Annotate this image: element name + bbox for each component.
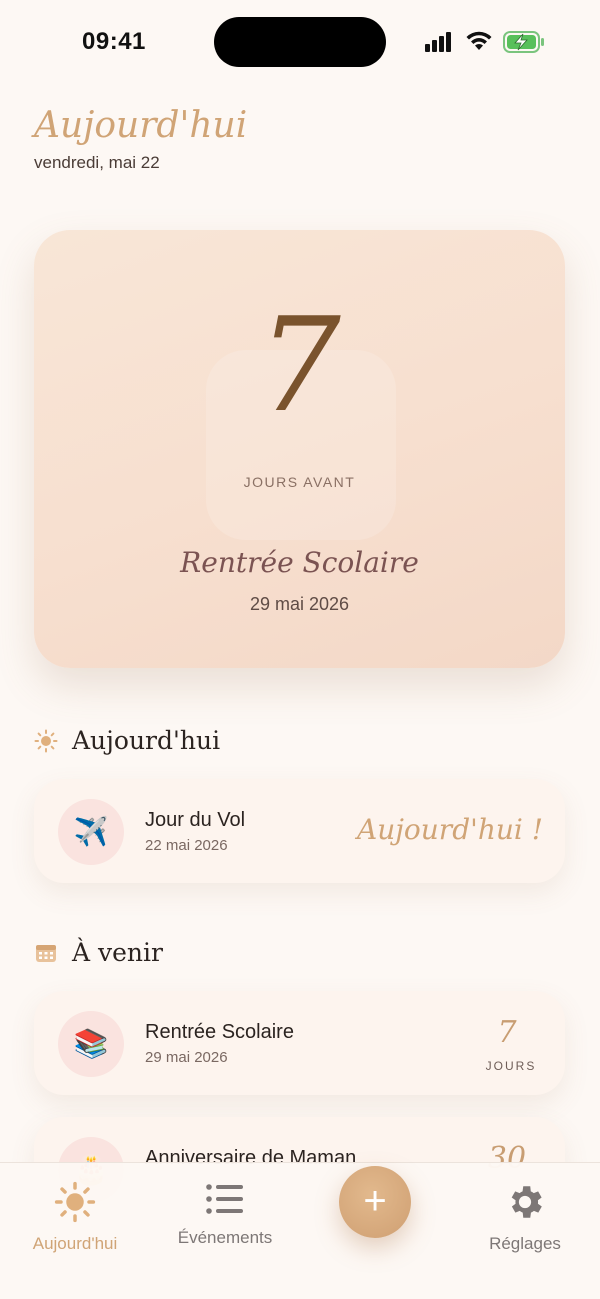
hero-event-name: Rentrée Scolaire xyxy=(180,546,419,579)
list-item[interactable]: ✈️ Jour du Vol 22 mai 2026 Aujourd'hui ! xyxy=(34,779,565,883)
cellular-signal-icon xyxy=(425,32,453,52)
tab-today-label: Aujourd'hui xyxy=(32,1234,118,1253)
event-name: Jour du Vol xyxy=(145,809,246,831)
tab-events[interactable]: Événements xyxy=(160,1181,290,1248)
gear-icon xyxy=(460,1181,590,1228)
event-date: 29 mai 2026 xyxy=(145,1049,228,1066)
hero-days-count: 7 xyxy=(258,289,341,441)
books-icon: 📚 xyxy=(58,1011,124,1077)
status-time: 09:41 xyxy=(82,28,146,55)
tab-bar: Aujourd'hui Événements Réglages xyxy=(0,1162,600,1299)
list-icon xyxy=(160,1181,290,1222)
battery-charging-icon xyxy=(503,31,545,58)
tab-events-label: Événements xyxy=(177,1228,273,1247)
wifi-icon xyxy=(465,30,493,57)
list-item[interactable]: 📚 Rentrée Scolaire 29 mai 2026 7 JOURS xyxy=(34,991,565,1095)
today-section-title: Aujourd'hui xyxy=(72,726,221,755)
today-badge: Aujourd'hui ! xyxy=(356,813,543,846)
tab-settings-label: Réglages xyxy=(489,1234,561,1253)
event-name: Rentrée Scolaire xyxy=(145,1021,294,1043)
add-event-button[interactable]: + xyxy=(339,1166,411,1238)
sun-icon xyxy=(10,1181,140,1228)
sun-icon xyxy=(34,729,58,753)
hero-countdown-card[interactable]: 7 JOURS AVANT Rentrée Scolaire 29 mai 20… xyxy=(34,230,565,668)
tab-today[interactable]: Aujourd'hui xyxy=(10,1181,140,1254)
hero-event-date: 29 mai 2026 xyxy=(249,594,350,614)
current-date: vendredi, mai 22 xyxy=(34,153,160,172)
event-date: 22 mai 2026 xyxy=(145,837,228,854)
days-label: JOURS xyxy=(485,1059,537,1073)
tab-settings[interactable]: Réglages xyxy=(460,1181,590,1254)
hero-days-label: JOURS AVANT xyxy=(243,474,356,490)
upcoming-section-title: À venir xyxy=(72,938,163,967)
dynamic-island xyxy=(214,17,386,67)
calendar-icon xyxy=(34,941,58,965)
days-count: 7 xyxy=(497,1015,517,1050)
page-title: Aujourd'hui xyxy=(34,105,248,146)
airplane-icon: ✈️ xyxy=(58,799,124,865)
